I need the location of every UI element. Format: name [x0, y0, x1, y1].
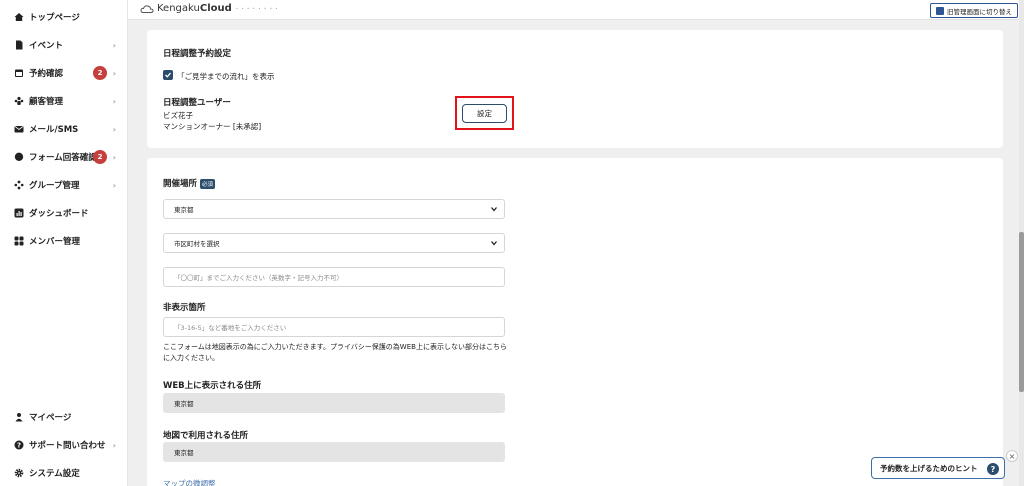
group-icon: [14, 180, 24, 190]
address-help-text: ここフォームは地図表示の為にご入力いただきます。プライバシー保護の為WEB上に表…: [163, 343, 507, 362]
logo-text-bold: Cloud: [199, 3, 232, 14]
venue-section-title: 開催場所 必須: [163, 177, 216, 189]
calendar-icon: [14, 68, 24, 78]
count-badge: 2: [93, 66, 107, 80]
show-flow-checkbox[interactable]: [163, 70, 173, 80]
reservation-hint-button[interactable]: 予約数を上げるためのヒント ?: [871, 457, 1005, 479]
chat-icon: [14, 152, 24, 162]
switch-legacy-admin-label: 旧管理画面に切り替え: [947, 7, 1012, 16]
chevron-right-icon: ›: [112, 68, 116, 78]
show-flow-checkbox-label[interactable]: 「ご見学までの流れ」を表示: [177, 71, 275, 82]
sidebar: トップページ イベント › 予約確認 2 › 顧客管理 › メール/SMS › …: [0, 0, 128, 486]
hidden-address-placeholder: 「3-16-5」など番地をご入力ください: [174, 324, 287, 332]
set-button[interactable]: 設定: [462, 104, 507, 123]
chevron-right-icon: ›: [112, 96, 116, 106]
chart-icon: [14, 208, 24, 218]
scrollbar-thumb[interactable]: [1019, 232, 1024, 392]
hidden-address-title: 非表示箇所: [163, 303, 206, 313]
sidebar-item-label: 予約確認: [29, 69, 64, 79]
sidebar-item-top[interactable]: トップページ: [0, 6, 128, 28]
sidebar-item-label: グループ管理: [29, 181, 80, 191]
prefecture-value: 東京都: [174, 206, 194, 214]
town-input[interactable]: 「〇〇町」までご入力ください（英数字・記号入力不可）: [163, 267, 505, 287]
svg-text:?: ?: [17, 442, 21, 450]
chevron-right-icon: ›: [112, 180, 116, 190]
map-address-title: 地図で利用される住所: [163, 431, 249, 441]
sidebar-item-label: メール/SMS: [29, 125, 79, 135]
sidebar-item-label: イベント: [29, 41, 64, 51]
chevron-right-icon: ›: [112, 440, 116, 450]
cloud-icon: [140, 4, 154, 13]
sidebar-item-label: メンバー管理: [29, 237, 81, 247]
mail-icon: [14, 124, 24, 134]
sidebar-item-support[interactable]: ? サポート問い合わせ ›: [0, 434, 128, 456]
web-address-title: WEB上に表示される住所: [163, 381, 262, 391]
sidebar-item-dashboard[interactable]: ダッシュボード: [0, 202, 128, 224]
switch-icon: [936, 6, 944, 15]
venue-title-text: 開催場所: [163, 179, 198, 189]
prefecture-select[interactable]: 東京都: [163, 199, 505, 219]
sidebar-item-customers[interactable]: 顧客管理 ›: [0, 90, 128, 112]
sidebar-item-mail[interactable]: メール/SMS ›: [0, 118, 128, 140]
hint-close-button[interactable]: ×: [1006, 450, 1018, 462]
sidebar-item-system-settings[interactable]: システム設定: [0, 462, 128, 484]
sidebar-item-forms[interactable]: フォーム回答確認 2 ›: [0, 146, 128, 168]
sidebar-item-label: マイページ: [29, 413, 72, 423]
check-icon: [165, 72, 171, 78]
map-address-value: 東京都: [174, 449, 194, 457]
sidebar-item-label: 顧客管理: [29, 97, 64, 107]
chevron-right-icon: ›: [112, 40, 116, 50]
hidden-address-input[interactable]: 「3-16-5」など番地をご入力ください: [163, 317, 505, 337]
chevron-down-icon: [491, 207, 497, 212]
sidebar-item-label: フォーム回答確認: [29, 153, 97, 163]
chevron-right-icon: ›: [112, 152, 116, 162]
person-icon: [14, 412, 24, 422]
schedule-section-title: 日程調整予約設定: [163, 49, 232, 59]
sidebar-item-label: トップページ: [29, 13, 80, 23]
sidebar-item-label: サポート問い合わせ: [29, 441, 106, 451]
city-value: 市区町村を選択: [174, 240, 220, 248]
home-icon: [14, 12, 24, 22]
sidebar-item-label: システム設定: [29, 469, 80, 479]
schedule-user-name: ビズ花子: [163, 111, 193, 120]
town-input-placeholder: 「〇〇町」までご入力ください（英数字・記号入力不可）: [174, 274, 343, 282]
sidebar-item-mypage[interactable]: マイページ: [0, 406, 128, 428]
chevron-down-icon: [491, 241, 497, 246]
chevron-right-icon: ›: [112, 124, 116, 134]
web-address-field: 東京都: [163, 393, 505, 413]
schedule-user-role: マンションオーナー [未承認]: [163, 122, 262, 131]
app-logo[interactable]: Kengaku Cloud • • • • • • • •: [140, 3, 279, 14]
required-badge: 必須: [200, 178, 216, 189]
map-adjust-link[interactable]: マップの微調整: [163, 478, 216, 486]
question-icon: ?: [987, 463, 999, 475]
venue-card: 開催場所 必須 東京都 市区町村を選択 「〇〇町」までご入力ください（英数字・記号…: [147, 158, 1003, 486]
document-icon: [14, 40, 24, 50]
schedule-settings-card: 日程調整予約設定 「ご見学までの流れ」を表示 日程調整ユーザー ビズ花子 マンシ…: [147, 30, 1003, 148]
sidebar-item-members[interactable]: メンバー管理: [0, 230, 128, 252]
top-bar: Kengaku Cloud • • • • • • • • 旧管理画面に切り替え: [128, 0, 1024, 20]
logo-text-prefix: Kengaku: [157, 3, 200, 14]
count-badge: 2: [93, 150, 107, 164]
sidebar-item-event[interactable]: イベント ›: [0, 34, 128, 56]
gear-icon: [14, 468, 24, 478]
sidebar-item-label: ダッシュボード: [29, 209, 89, 219]
help-icon: ?: [14, 440, 24, 450]
switch-legacy-admin-button[interactable]: 旧管理画面に切り替え: [930, 3, 1018, 18]
web-address-value: 東京都: [174, 400, 194, 408]
city-select[interactable]: 市区町村を選択: [163, 233, 505, 253]
logo-tagline: • • • • • • • •: [235, 6, 279, 11]
sidebar-item-reservation[interactable]: 予約確認 2 ›: [0, 62, 128, 84]
schedule-user-title: 日程調整ユーザー: [163, 98, 231, 108]
sidebar-item-groups[interactable]: グループ管理 ›: [0, 174, 128, 196]
map-address-field: 東京都: [163, 442, 505, 462]
hint-label: 予約数を上げるためのヒント: [880, 463, 978, 473]
grid-icon: [14, 236, 24, 246]
users-icon: [14, 96, 24, 106]
